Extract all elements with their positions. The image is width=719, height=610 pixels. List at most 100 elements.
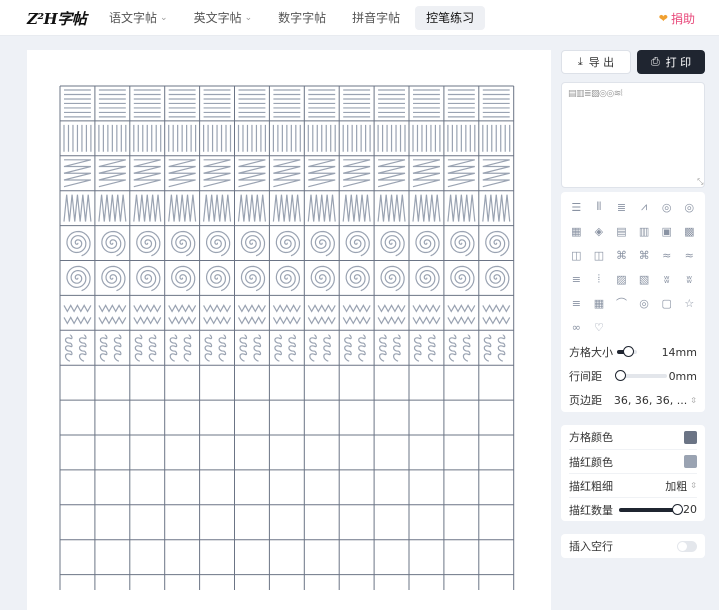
- trace-pattern-zigzag-vertical: [98, 194, 127, 222]
- maze-icon[interactable]: ⌘: [610, 243, 633, 267]
- resize-handle-icon[interactable]: ⤡: [697, 177, 703, 187]
- grid-size-knob[interactable]: [623, 346, 634, 357]
- export-button[interactable]: ⤓ 导 出: [561, 50, 631, 74]
- trace-pattern-loops: [379, 334, 401, 362]
- trace-pattern-spiral: [275, 230, 300, 257]
- nav-item-0[interactable]: 语文字帖 ⌄: [98, 6, 179, 30]
- rounded-squares-icon[interactable]: ▢: [655, 291, 678, 315]
- trace-pattern-horizontal-lines: [308, 89, 336, 118]
- print-label: 打 印: [665, 56, 692, 69]
- trace-pattern-zigzag-vertical: [412, 194, 441, 222]
- trace-pattern-waves: [237, 304, 266, 325]
- trace-pattern-loops: [134, 334, 157, 362]
- trace-pattern-vertical-lines: [412, 124, 441, 152]
- dashes-icon[interactable]: ⦙: [588, 267, 611, 291]
- trace-pattern-spiral: [275, 265, 300, 292]
- waves-alt-icon[interactable]: ≈: [678, 243, 701, 267]
- line-spacing-knob[interactable]: [615, 370, 626, 381]
- trace-pattern-waves: [98, 304, 127, 325]
- diagonal-lines-icon[interactable]: ▨: [610, 267, 633, 291]
- trace-pattern-loops: [64, 334, 87, 362]
- trace-pattern-loops: [309, 334, 331, 362]
- trace-color-label: 描红颜色: [569, 455, 613, 469]
- trace-count-slider[interactable]: [619, 503, 683, 515]
- donate-link[interactable]: ❤ 捐助: [659, 10, 695, 27]
- trace-count-knob[interactable]: [672, 503, 683, 515]
- trace-color-swatch[interactable]: [684, 455, 697, 468]
- grid-color-swatch[interactable]: [684, 430, 697, 444]
- blank-row-row: 插入空行: [569, 534, 697, 558]
- line-spacing-slider[interactable]: [615, 370, 667, 381]
- loops-icon[interactable]: ∞: [565, 315, 588, 339]
- heart-icon[interactable]: ♡: [588, 315, 611, 339]
- trace-pattern-loops: [99, 334, 122, 362]
- trace-weight-row[interactable]: 描红粗细 加粗 ⇳: [569, 473, 697, 497]
- zigzag-horizontal-icon[interactable]: ≣: [610, 195, 633, 219]
- nav-item-2[interactable]: 数字字帖: [267, 6, 337, 30]
- trace-pattern-waves: [342, 304, 371, 325]
- trace-pattern-zigzag-horizontal: [238, 159, 266, 188]
- circles-icon[interactable]: ◎: [633, 291, 656, 315]
- trace-pattern-vertical-lines: [447, 124, 476, 152]
- trace-pattern-vertical-lines: [377, 124, 406, 152]
- square-spiral-icon[interactable]: ◫: [565, 243, 588, 267]
- trace-pattern-spiral: [485, 265, 510, 292]
- trace-pattern-vertical-lines: [98, 124, 127, 152]
- trace-pattern-horizontal-lines: [238, 89, 266, 118]
- nav-item-4[interactable]: 控笔练习: [415, 6, 486, 30]
- trace-pattern-spiral: [66, 265, 91, 292]
- square-spiral-alt-icon[interactable]: ◫: [588, 243, 611, 267]
- print-button[interactable]: ⎙ 打 印: [637, 50, 705, 74]
- corner-lines-icon[interactable]: ▤: [610, 219, 633, 243]
- lines-short-icon[interactable]: ≡: [565, 267, 588, 291]
- spiral-reverse-icon[interactable]: ◎: [678, 195, 701, 219]
- trace-pattern-vertical-lines: [203, 124, 232, 152]
- trace-pattern-zigzag-horizontal: [308, 159, 336, 188]
- site-logo[interactable]: Z²H字帖: [27, 8, 87, 29]
- trace-pattern-horizontal-lines: [64, 89, 91, 118]
- trace-pattern-waves: [447, 304, 476, 325]
- trace-pattern-waves: [133, 304, 162, 325]
- arches-icon[interactable]: ⌒: [610, 291, 633, 315]
- maze-alt-icon[interactable]: ⌘: [633, 243, 656, 267]
- margin-row[interactable]: 页边距 36, 36, 36, ... ⇳: [569, 388, 697, 412]
- waves-icon[interactable]: ≈: [655, 243, 678, 267]
- vertical-lines-icon[interactable]: ⦀: [588, 195, 611, 219]
- layout-settings-panel: 方格大小 14mm 行间距 0mm 页边距 36, 36, 36, ... ⇳: [561, 340, 705, 412]
- filled-square-icon[interactable]: ▦: [565, 219, 588, 243]
- trace-pattern-zigzag-vertical: [482, 194, 511, 222]
- grass-icon[interactable]: ʬ: [655, 267, 678, 291]
- zigzag-vertical-icon[interactable]: ⩘: [633, 195, 656, 219]
- trace-count-fill: [619, 507, 677, 512]
- spiral-icon[interactable]: ◎: [655, 195, 678, 219]
- nested-square-alt-icon[interactable]: ▩: [678, 219, 701, 243]
- trace-pattern-waves: [63, 304, 92, 325]
- diamond-icon[interactable]: ◈: [588, 219, 611, 243]
- trace-pattern-horizontal-lines: [447, 89, 475, 118]
- nested-square-icon[interactable]: ▣: [655, 219, 678, 243]
- trace-pattern-spiral: [415, 265, 440, 292]
- nav-item-3[interactable]: 拼音字帖: [341, 6, 411, 30]
- trace-pattern-zigzag-vertical: [237, 194, 266, 222]
- trace-pattern-spiral: [450, 230, 475, 257]
- star-icon[interactable]: ☆: [678, 291, 701, 315]
- pattern-input[interactable]: ▤▥≣▨◎◎≋⦚ ⤡: [561, 82, 705, 188]
- trace-pattern-zigzag-horizontal: [377, 159, 406, 188]
- trace-count-row: 描红数量 20: [569, 497, 697, 521]
- line-spacing-label: 行间距: [569, 370, 602, 383]
- trace-pattern-zigzag-vertical: [307, 194, 336, 222]
- corner-lines-alt-icon[interactable]: ▥: [633, 219, 656, 243]
- horizontal-lines-icon[interactable]: ☰: [565, 195, 588, 219]
- trace-pattern-spiral: [171, 230, 196, 257]
- grid-size-slider[interactable]: [617, 346, 637, 357]
- grid-size-row: 方格大小 14mm: [569, 340, 697, 364]
- grass-alt-icon[interactable]: ʬ: [678, 267, 701, 291]
- trace-pattern-loops: [274, 334, 297, 362]
- blank-row-toggle[interactable]: [677, 540, 697, 552]
- trace-pattern-spiral: [66, 230, 91, 257]
- nav-item-1[interactable]: 英文字帖 ⌄: [183, 6, 264, 30]
- pattern-box-icon[interactable]: ▦: [588, 291, 611, 315]
- double-lines-icon[interactable]: ≡: [565, 291, 588, 315]
- diagonal-lines-alt-icon[interactable]: ▧: [633, 267, 656, 291]
- settings-sidebar: ⤓ 导 出 ⎙ 打 印 ▤▥≣▨◎◎≋⦚ ⤡ ☰ ⦀ ≣ ⩘ ◎ ◎ ▦ ◈ ▤ ▥ ▣ ▩ ◫ ◫ ⌘ ⌘ ≈…: [561, 50, 705, 558]
